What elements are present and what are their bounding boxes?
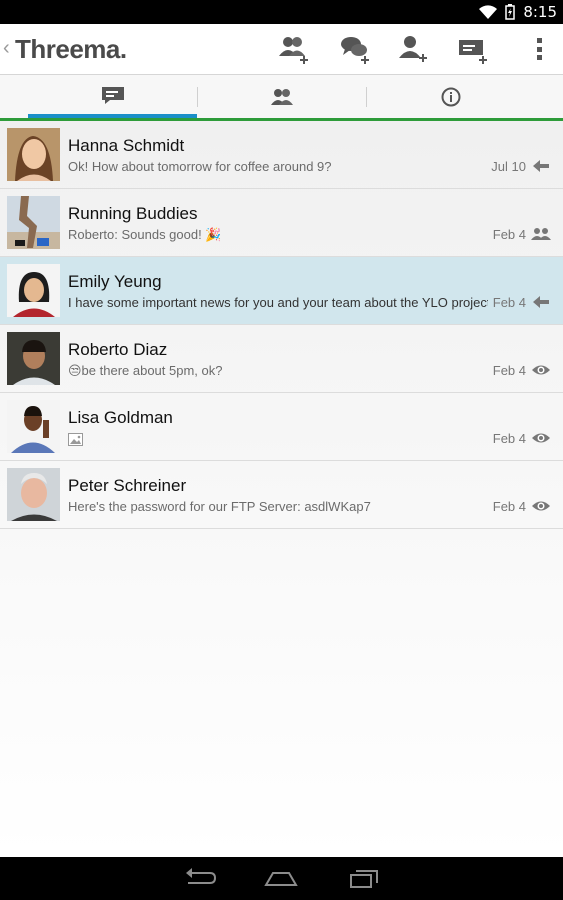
avatar <box>7 468 60 521</box>
tab-info[interactable] <box>367 75 535 118</box>
back-nav-icon[interactable] <box>182 867 218 889</box>
avatar <box>7 264 60 317</box>
reply-arrow-icon <box>533 296 549 308</box>
read-eye-icon <box>532 365 550 375</box>
message-date: Feb 4 <box>492 431 526 446</box>
read-eye-icon <box>532 433 550 443</box>
battery-charging-icon <box>505 4 516 20</box>
conversation-row[interactable]: Hanna Schmidt Ok! How about tomorrow for… <box>0 121 563 189</box>
tab-chats[interactable] <box>28 75 197 118</box>
system-nav-bar <box>0 857 563 900</box>
conversation-row[interactable]: Roberto Diaz 😒be there about 5pm, ok? Fe… <box>0 325 563 393</box>
status-bar: 8:15 <box>0 0 563 24</box>
read-eye-icon <box>532 501 550 511</box>
new-distribution-list-icon[interactable] <box>456 34 490 64</box>
contacts-icon <box>271 88 293 105</box>
avatar <box>7 332 60 385</box>
back-chevron-icon[interactable]: ‹ <box>3 37 10 60</box>
new-chat-icon[interactable] <box>339 34 373 64</box>
avatar <box>7 400 60 453</box>
message-date: Feb 4 <box>492 295 526 310</box>
new-group-icon[interactable] <box>277 34 311 64</box>
message-preview: I have some important news for you and y… <box>68 295 488 310</box>
chats-icon <box>101 86 124 104</box>
contact-name: Hanna Schmidt <box>68 136 185 155</box>
contact-name: Lisa Goldman <box>68 408 173 427</box>
image-icon <box>68 433 83 446</box>
clock: 8:15 <box>523 3 557 21</box>
contact-name: Emily Yeung <box>68 272 162 291</box>
wifi-icon <box>479 5 498 19</box>
message-preview: Ok! How about tomorrow for coffee around… <box>68 159 332 174</box>
message-date: Feb 4 <box>492 363 526 378</box>
contact-name: Roberto Diaz <box>68 340 168 359</box>
message-date: Feb 4 <box>492 227 526 242</box>
conversation-list: Hanna Schmidt Ok! How about tomorrow for… <box>0 121 563 857</box>
message-date: Jul 10 <box>491 159 526 174</box>
info-icon <box>441 87 461 106</box>
reply-arrow-icon <box>533 160 549 172</box>
message-preview: Roberto: Sounds good! 🎉 <box>68 227 222 242</box>
conversation-row[interactable]: Emily Yeung I have some important news f… <box>0 257 563 325</box>
message-date: Feb 4 <box>492 499 526 514</box>
app-title[interactable]: Threema. <box>15 34 127 65</box>
group-icon <box>531 228 551 240</box>
add-contact-icon[interactable] <box>397 34 431 64</box>
conversation-row[interactable]: Running Buddies Roberto: Sounds good! 🎉 … <box>0 189 563 257</box>
message-preview: Here's the password for our FTP Server: … <box>68 499 371 514</box>
conversation-row[interactable]: Peter Schreiner Here's the password for … <box>0 461 563 529</box>
recents-nav-icon[interactable] <box>346 867 382 889</box>
avatar <box>7 128 60 181</box>
home-nav-icon[interactable] <box>263 867 299 889</box>
overflow-menu-icon[interactable] <box>537 38 543 60</box>
contact-name: Running Buddies <box>68 204 198 223</box>
conversation-row[interactable]: Lisa Goldman Feb 4 <box>0 393 563 461</box>
tab-contacts[interactable] <box>198 75 366 118</box>
message-preview: 😒be there about 5pm, ok? <box>68 363 223 378</box>
avatar <box>7 196 60 249</box>
action-bar: ‹ Threema. <box>0 24 563 75</box>
tab-bar <box>0 75 563 121</box>
contact-name: Peter Schreiner <box>68 476 187 495</box>
